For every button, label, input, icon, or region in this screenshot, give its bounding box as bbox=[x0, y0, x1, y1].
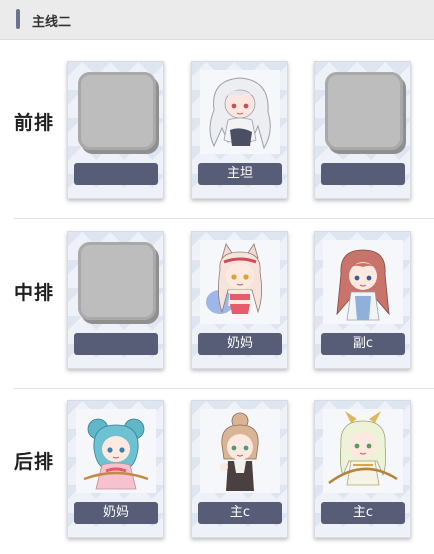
row-middle: 中排 奶妈 副c bbox=[0, 218, 434, 388]
character-portrait-white-hair bbox=[200, 70, 280, 154]
slot-card-middle-1[interactable] bbox=[67, 231, 164, 369]
slot-card-back-1[interactable]: 奶妈 bbox=[67, 400, 164, 538]
role-tag: 副c bbox=[321, 333, 405, 355]
character-portrait-teal-bun-girl bbox=[76, 409, 156, 493]
role-tag: 主c bbox=[321, 502, 405, 524]
empty-slot-placeholder bbox=[78, 242, 156, 320]
section-title: 主线二 bbox=[32, 15, 72, 30]
character-portrait-cat-ear-girl bbox=[200, 240, 280, 324]
header-accent-bar bbox=[16, 9, 20, 29]
empty-slot-placeholder bbox=[325, 72, 403, 150]
row-label-front: 前排 bbox=[14, 112, 55, 134]
slot-card-middle-3[interactable]: 副c bbox=[314, 231, 411, 369]
row-back: 后排 奶妈 主c 主c bbox=[0, 387, 434, 554]
role-tag: 主坦 bbox=[198, 163, 282, 185]
section-header: 主线二 bbox=[0, 0, 434, 40]
character-portrait-brown-hair-girl bbox=[323, 240, 403, 324]
role-tag: 奶妈 bbox=[74, 502, 158, 524]
row-label-back: 后排 bbox=[14, 451, 55, 473]
role-tag bbox=[321, 163, 405, 185]
empty-slot-placeholder bbox=[78, 72, 156, 150]
slot-card-back-2[interactable]: 主c bbox=[191, 400, 288, 538]
role-tag bbox=[74, 333, 158, 355]
role-tag: 奶妈 bbox=[198, 333, 282, 355]
slot-card-front-2[interactable]: 主坦 bbox=[191, 61, 288, 199]
row-label-middle: 中排 bbox=[14, 282, 55, 304]
slot-card-back-3[interactable]: 主c bbox=[314, 400, 411, 538]
slot-card-front-3[interactable] bbox=[314, 61, 411, 199]
slot-card-middle-2[interactable]: 奶妈 bbox=[191, 231, 288, 369]
character-portrait-archer-girl bbox=[323, 409, 403, 493]
character-portrait-tan-hair-girl bbox=[200, 409, 280, 493]
role-tag: 主c bbox=[198, 502, 282, 524]
slot-card-front-1[interactable] bbox=[67, 61, 164, 199]
row-front: 前排 主坦 bbox=[0, 48, 434, 218]
role-tag bbox=[74, 163, 158, 185]
